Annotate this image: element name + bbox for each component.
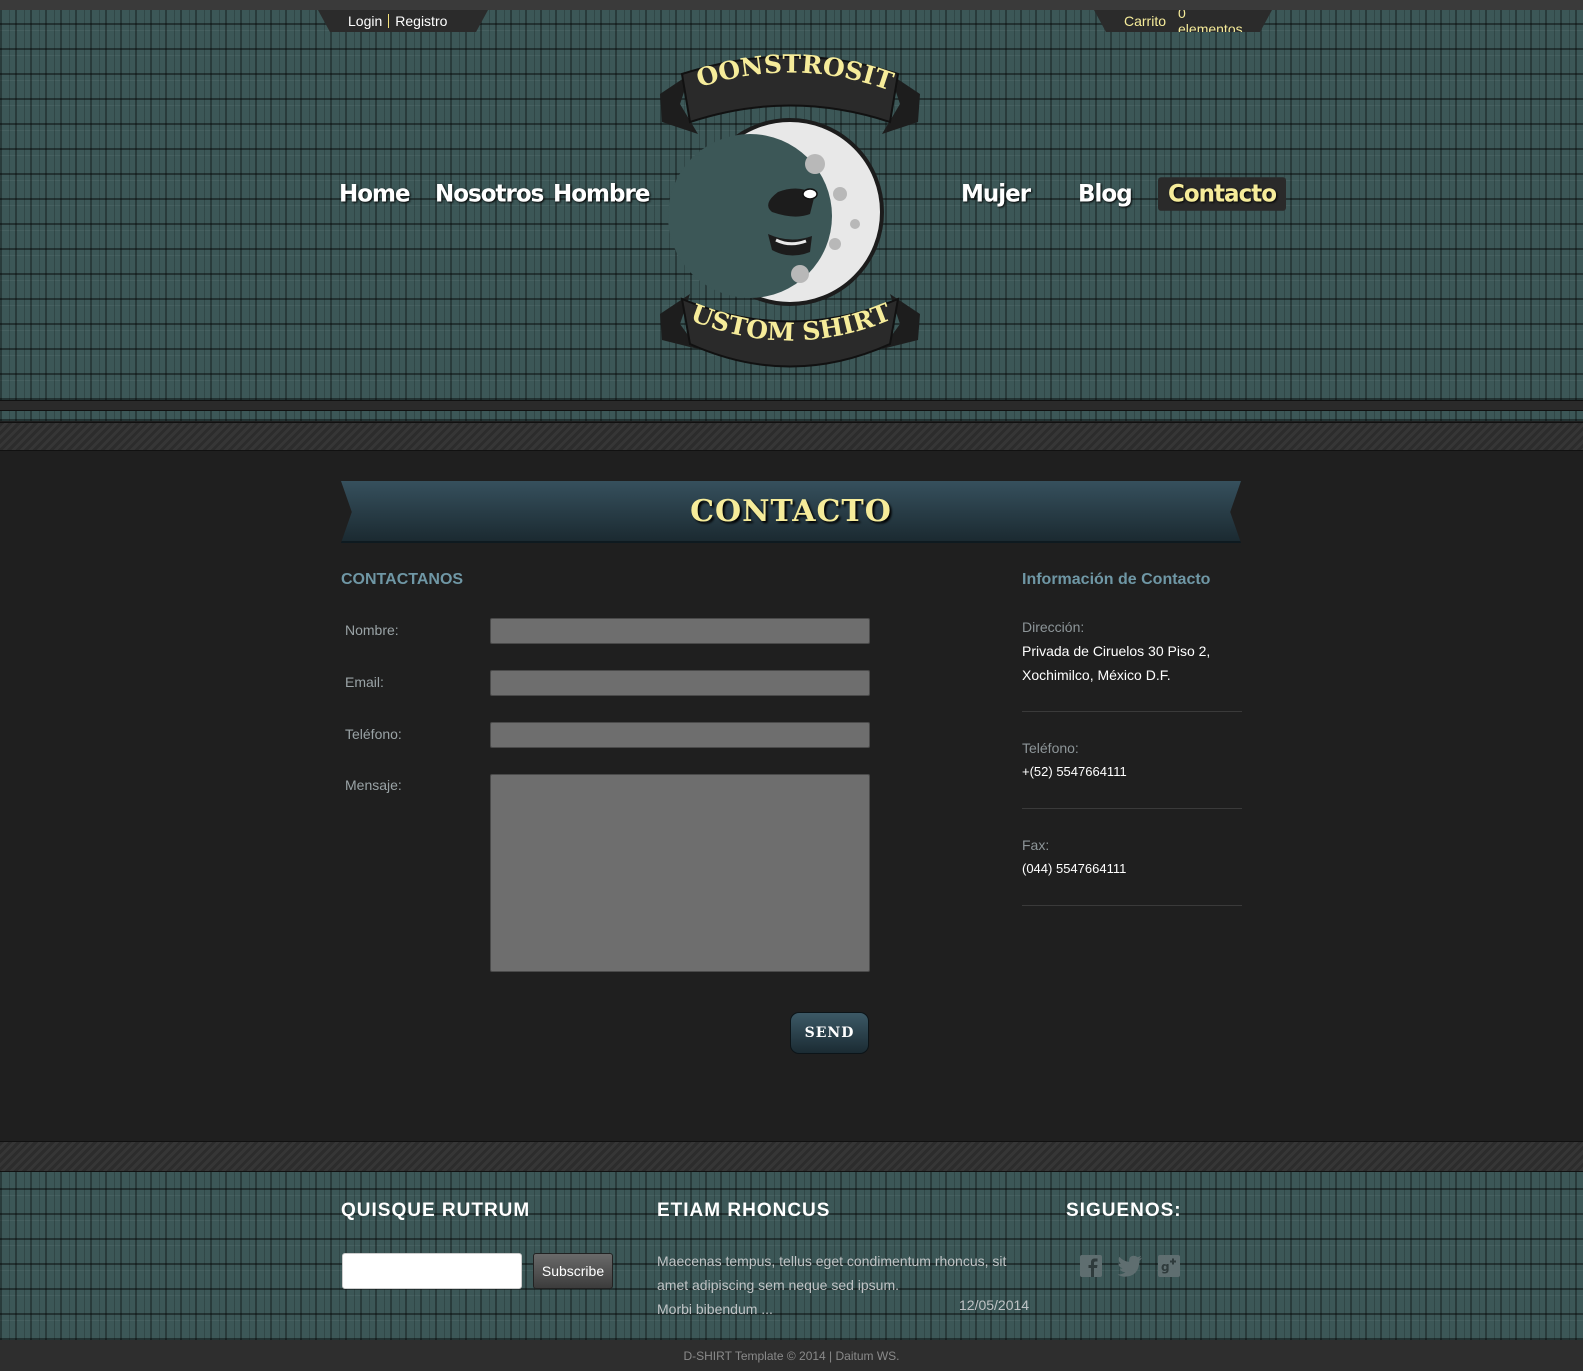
address-line-1: Privada de Ciruelos 30 Piso 2, (1022, 643, 1211, 659)
cart-links: Carrito 0 elementos (1094, 10, 1272, 32)
divider-bar (0, 400, 1583, 411)
nav-item-mujer[interactable]: Mujer (951, 177, 1040, 211)
address-line-2: Xochimilco, México D.F. (1022, 667, 1171, 683)
phone-info-value: +(52) 5547664111 (1022, 764, 1127, 779)
twitter-icon[interactable] (1117, 1253, 1143, 1279)
message-label: Mensaje: (345, 777, 402, 793)
svg-text:g: g (1161, 1260, 1170, 1274)
main-content: CONTACTO CONTACTANOS Nombre: Email: Telé… (0, 451, 1583, 1141)
account-links: Login Registro (318, 10, 488, 32)
page-title-banner: CONTACTO (341, 481, 1241, 543)
phone-label: Teléfono: (345, 726, 402, 742)
footer-divider-stripes (0, 1141, 1583, 1172)
info-divider (1022, 808, 1242, 809)
footer-col2-title: ETIAM RHONCUS (657, 1200, 831, 1221)
copyright-bar: D-SHIRT Template © 2014 | Daitum WS. (0, 1340, 1583, 1371)
name-input[interactable] (490, 618, 870, 644)
name-label: Nombre: (345, 622, 399, 638)
top-strip (0, 0, 1583, 10)
info-divider (1022, 711, 1242, 712)
nav-item-contacto[interactable]: Contacto (1158, 177, 1286, 211)
login-link[interactable]: Login (348, 13, 382, 29)
contact-info-title: Información de Contacto (1022, 571, 1211, 588)
site-logo[interactable]: MOONSTROSITY CUSTOM SHIRTS (636, 21, 930, 384)
google-plus-icon[interactable]: g (1156, 1253, 1182, 1279)
email-input[interactable] (490, 670, 870, 696)
header: Login Registro Carrito 0 elementos Home … (0, 10, 1583, 400)
nav-item-hombre[interactable]: Hombre (543, 177, 659, 211)
address-label: Dirección: (1022, 619, 1085, 635)
contact-form-title: CONTACTANOS (341, 571, 464, 588)
nav-item-blog[interactable]: Blog (1068, 177, 1142, 211)
blog-post-text: Maecenas tempus, tellus eget condimentum… (657, 1253, 1007, 1293)
nav-item-nosotros[interactable]: Nosotros (425, 177, 553, 211)
divider-texture (0, 411, 1583, 421)
footer-col3-title: SIGUENOS: (1066, 1200, 1182, 1221)
subscribe-button[interactable]: Subscribe (533, 1253, 613, 1289)
moon-logo-graphic: MOONSTROSITY CUSTOM SHIRTS (636, 21, 920, 368)
subscribe-email-input[interactable] (342, 1253, 522, 1289)
send-button[interactable]: SEND (790, 1012, 869, 1054)
info-divider (1022, 905, 1242, 906)
divider-stripes (0, 422, 1583, 451)
cart-items-link[interactable]: 0 elementos (1178, 5, 1243, 37)
facebook-icon[interactable] (1078, 1253, 1104, 1279)
cart-link[interactable]: Carrito (1124, 13, 1166, 29)
register-link[interactable]: Registro (395, 13, 447, 29)
fax-value: (044) 5547664111 (1022, 861, 1127, 876)
footer: QUISQUE RUTRUM Subscribe ETIAM RHONCUS M… (0, 1172, 1583, 1340)
phone-info-label: Teléfono: (1022, 740, 1079, 756)
divider (388, 14, 389, 28)
message-textarea[interactable] (490, 774, 870, 972)
fax-label: Fax: (1022, 837, 1050, 853)
copyright-text: D-SHIRT Template © 2014 | Daitum WS. (683, 1348, 900, 1363)
footer-col1-title: QUISQUE RUTRUM (341, 1200, 531, 1221)
nav-item-home[interactable]: Home (329, 177, 420, 211)
blog-post-more-link[interactable]: Morbi bibendum ... (657, 1301, 773, 1317)
blog-post-date: 12/05/2014 (959, 1297, 1030, 1313)
email-label: Email: (345, 674, 384, 690)
phone-input[interactable] (490, 722, 870, 748)
page-title: CONTACTO (690, 493, 892, 529)
